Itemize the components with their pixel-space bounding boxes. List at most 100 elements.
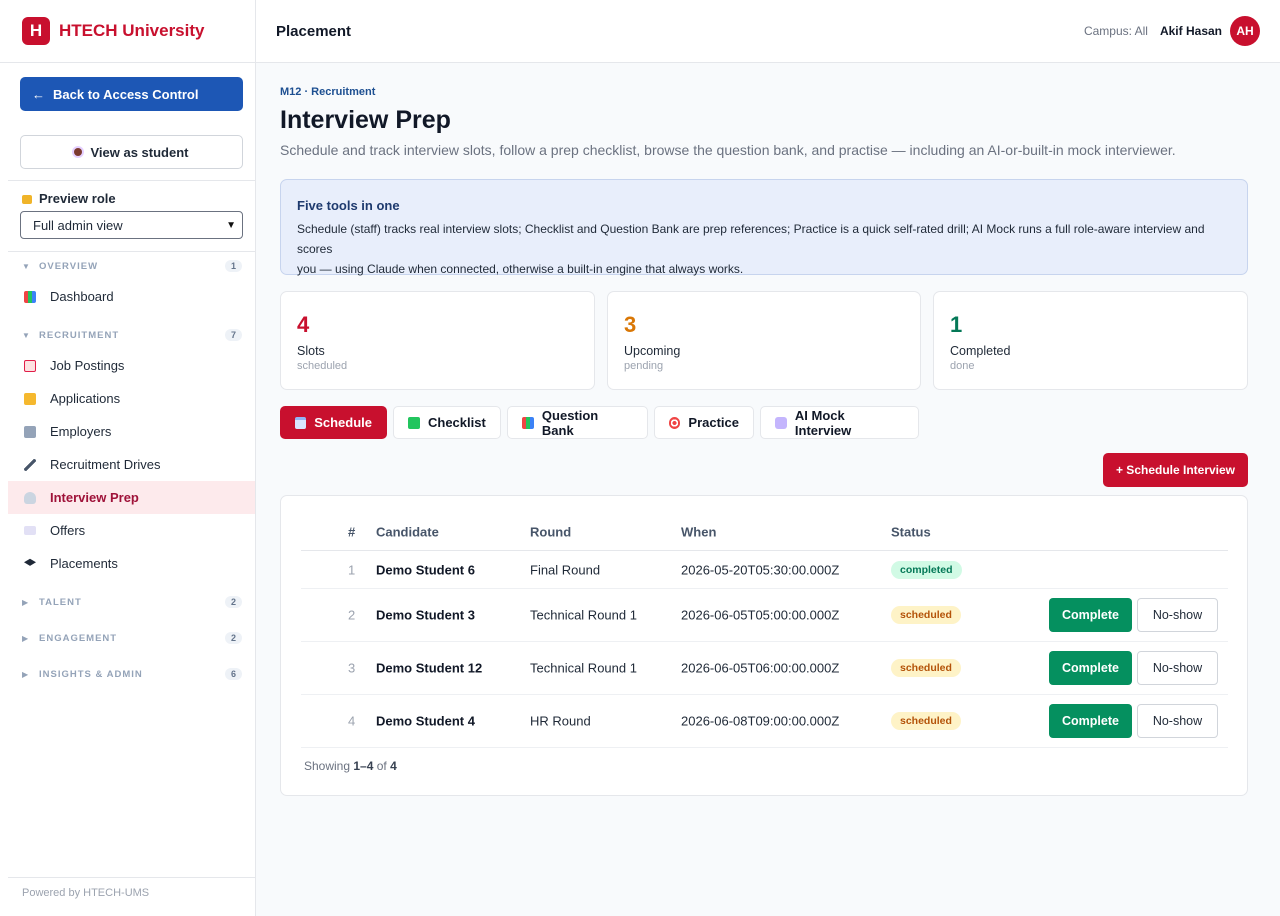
table-header: # Candidate Round When Status	[301, 514, 1228, 551]
clipboard-icon	[24, 359, 36, 372]
section-overview[interactable]: ▼ OVERVIEW 1	[22, 258, 242, 274]
row-when: 2026-05-20T05:30:00.000Z	[681, 562, 840, 577]
schedule-table-card: # Candidate Round When Status 1 Demo Stu…	[280, 495, 1248, 796]
graduation-cap-icon	[24, 558, 36, 566]
robot-icon	[775, 416, 787, 429]
stat-sub: pending	[624, 360, 664, 372]
checkmark-icon	[408, 416, 420, 429]
row-candidate: Demo Student 4	[376, 713, 475, 729]
row-when: 2026-06-08T09:00:00.000Z	[681, 713, 840, 729]
row-num: 2	[348, 607, 356, 623]
no-show-button[interactable]: No-show	[1137, 598, 1218, 632]
stat-label: Upcoming	[624, 344, 681, 358]
building-icon	[24, 425, 36, 438]
top-header: Placement Campus: All Akif Hasan AH	[256, 0, 1280, 63]
complete-button[interactable]: Complete	[1049, 598, 1132, 632]
page-subtitle: Schedule and track interview slots, foll…	[280, 142, 1176, 158]
stat-value: 3	[624, 312, 637, 337]
page-title: Interview Prep	[280, 106, 451, 134]
folder-icon	[24, 392, 36, 405]
brand[interactable]: H HTECH University	[0, 0, 255, 63]
section-recruitment[interactable]: ▼ RECRUITMENT 7	[22, 327, 242, 343]
caret-right-icon: ▶	[22, 633, 30, 643]
caret-down-icon: ▼	[22, 330, 31, 340]
divider	[8, 251, 255, 252]
section-insights-admin[interactable]: ▶ INSIGHTS & ADMIN 6	[22, 666, 242, 682]
status-badge: scheduled	[891, 606, 961, 624]
sidebar-item-offers[interactable]: Offers	[8, 514, 255, 547]
sidebar-item-applications[interactable]: Applications	[8, 382, 255, 415]
row-num: 4	[348, 713, 356, 729]
pagination-summary: Showing 1–4 of 4	[304, 759, 397, 773]
tab-checklist[interactable]: Checklist	[393, 406, 501, 439]
campus-selector[interactable]: Campus: All	[1084, 24, 1148, 38]
microphone-icon	[24, 491, 36, 504]
row-candidate: Demo Student 3	[376, 607, 475, 623]
row-when: 2026-06-05T06:00:00.000Z	[681, 660, 840, 676]
eye-icon	[74, 148, 83, 156]
row-round: Final Round	[530, 562, 601, 577]
status-badge: scheduled	[891, 712, 961, 730]
sidebar-item-interview-prep[interactable]: Interview Prep	[8, 481, 255, 514]
preview-role-select[interactable]: Full admin view ▼	[20, 211, 243, 239]
brand-name: HTECH University	[59, 21, 205, 40]
sidebar: H HTECH University ← Back to Access Cont…	[0, 0, 256, 916]
sidebar-item-recruitment-drives[interactable]: Recruitment Drives	[8, 448, 255, 481]
stat-sub: scheduled	[297, 360, 348, 372]
view-as-student-button[interactable]: View as student	[20, 135, 243, 169]
tab-ai-mock-interview[interactable]: AI Mock Interview	[760, 406, 919, 439]
stat-label: Slots	[297, 344, 325, 358]
row-round: Technical Round 1	[530, 660, 637, 676]
back-to-access-control-button[interactable]: ← Back to Access Control	[20, 77, 243, 111]
sidebar-item-placements[interactable]: Placements	[8, 547, 255, 580]
sidebar-item-job-postings[interactable]: Job Postings	[8, 349, 255, 382]
tab-practice[interactable]: Practice	[654, 406, 754, 439]
row-candidate: Demo Student 6	[376, 562, 475, 577]
back-button-label: Back to Access Control	[53, 86, 199, 102]
sidebar-item-dashboard[interactable]: Dashboard	[8, 280, 255, 313]
header-title: Placement	[276, 22, 352, 40]
tab-question-bank[interactable]: Question Bank	[507, 406, 648, 439]
section-talent[interactable]: ▶ TALENT 2	[22, 594, 242, 610]
row-candidate: Demo Student 12	[376, 660, 483, 676]
view-as-student-label: View as student	[90, 144, 189, 160]
section-engagement[interactable]: ▶ ENGAGEMENT 2	[22, 630, 242, 646]
info-banner-title: Five tools in one	[297, 198, 400, 213]
caret-right-icon: ▶	[22, 669, 30, 679]
lock-icon	[22, 195, 32, 204]
row-when: 2026-06-05T05:00:00.000Z	[681, 607, 840, 623]
complete-button[interactable]: Complete	[1049, 651, 1132, 685]
stat-sub: done	[950, 360, 975, 372]
section-count: 2	[224, 596, 242, 608]
sidebar-item-employers[interactable]: Employers	[8, 415, 255, 448]
caret-down-icon: ▼	[22, 261, 31, 271]
complete-button[interactable]: Complete	[1049, 704, 1132, 738]
calendar-icon	[295, 416, 307, 429]
header-when: When	[681, 524, 717, 540]
avatar[interactable]: AH	[1230, 16, 1260, 46]
row-num: 3	[348, 660, 356, 676]
stat-value: 1	[950, 312, 963, 337]
header-right: Campus: All Akif Hasan AH	[1084, 16, 1260, 46]
stat-value: 4	[297, 312, 310, 337]
table-row: 2 Demo Student 3 Technical Round 1 2026-…	[301, 589, 1228, 642]
stat-card-upcoming: 3 Upcoming pending	[607, 291, 921, 390]
schedule-interview-button[interactable]: + Schedule Interview	[1103, 453, 1248, 487]
stat-label: Completed	[950, 344, 1011, 358]
row-round: HR Round	[530, 713, 591, 729]
brand-logo: H	[22, 17, 50, 45]
tab-schedule[interactable]: Schedule	[280, 406, 387, 439]
stat-card-slots: 4 Slots scheduled	[280, 291, 595, 390]
user-name: Akif Hasan	[1159, 24, 1222, 38]
preview-role-label: Preview role	[22, 191, 116, 206]
section-count: 6	[224, 668, 242, 680]
no-show-button[interactable]: No-show	[1137, 704, 1218, 738]
status-badge: completed	[891, 560, 962, 579]
target-icon	[669, 416, 681, 429]
section-count: 1	[224, 260, 242, 272]
row-num: 1	[348, 562, 356, 577]
section-count: 7	[224, 329, 242, 341]
no-show-button[interactable]: No-show	[1137, 651, 1218, 685]
caret-right-icon: ▶	[22, 597, 30, 607]
books-icon	[522, 416, 534, 429]
